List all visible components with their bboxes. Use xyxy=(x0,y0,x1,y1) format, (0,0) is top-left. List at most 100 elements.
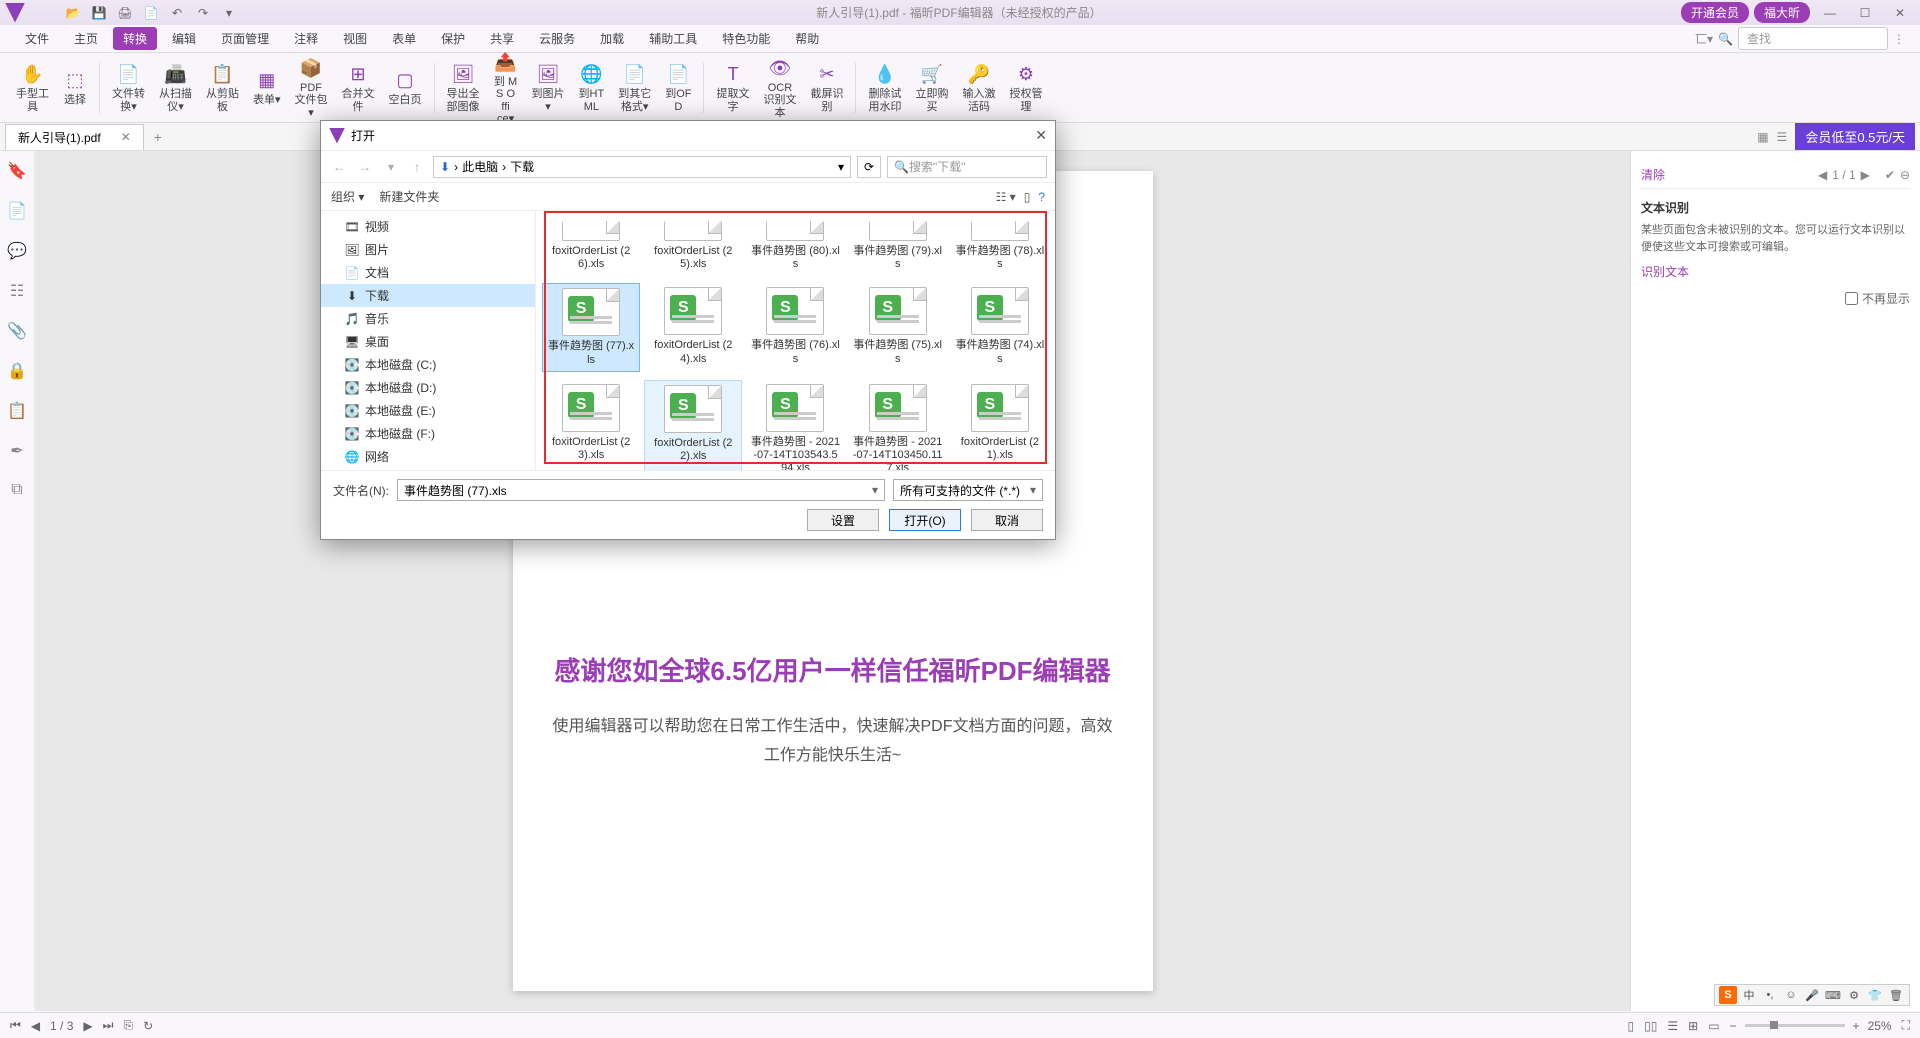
menu-item[interactable]: 辅助工具 xyxy=(639,27,707,50)
file-filter-select[interactable]: 所有可支持的文件 (*.*) ▾ xyxy=(893,479,1043,501)
zoom-value[interactable]: 25% xyxy=(1868,1019,1892,1033)
promo-badge[interactable]: 会员低至0.5元/天 xyxy=(1795,123,1915,150)
menu-item[interactable]: 主页 xyxy=(64,27,108,50)
tab-close-icon[interactable]: ✕ xyxy=(121,130,131,144)
ribbon-button[interactable]: 🌐到HTML xyxy=(573,60,611,114)
file-item[interactable]: SfoxitOrderList (23).xls xyxy=(542,380,640,470)
signature-icon[interactable]: ✒ xyxy=(10,441,23,461)
file-item[interactable]: foxitOrderList (25).xls xyxy=(644,217,742,275)
menu-item[interactable]: 帮助 xyxy=(785,27,829,50)
breadcrumb-dropdown-icon[interactable]: ▾ xyxy=(838,160,844,174)
menu-item[interactable]: 加载 xyxy=(590,27,634,50)
ime-button[interactable]: 🗑 xyxy=(1887,986,1905,1004)
cancel-button[interactable]: 取消 xyxy=(971,509,1043,531)
panel-confirm-icon[interactable]: ✔ xyxy=(1885,168,1895,182)
refresh-icon[interactable]: ⟳ xyxy=(857,156,881,178)
ribbon-button[interactable]: 🔑输入激活码 xyxy=(956,60,1001,114)
tree-item[interactable]: 🖼图片 xyxy=(321,238,535,261)
next-icon[interactable]: ▶ xyxy=(1861,168,1870,182)
zoom-in-icon[interactable]: + xyxy=(1853,1019,1860,1033)
file-item[interactable]: 事件趋势图 (79).xls xyxy=(849,217,947,275)
menu-item[interactable]: 视图 xyxy=(333,27,377,50)
open-icon[interactable]: 📂 xyxy=(65,5,81,21)
tree-item[interactable]: 🎞视频 xyxy=(321,215,535,238)
ribbon-button[interactable]: 📠从扫描仪▾ xyxy=(153,60,198,114)
organize-button[interactable]: 组织 ▾ xyxy=(331,188,364,205)
ribbon-button[interactable]: 📄文件转换▾ xyxy=(106,60,151,114)
view-mode-icon[interactable]: ☷ ▾ xyxy=(996,190,1016,204)
menu-item[interactable]: 特色功能 xyxy=(712,27,780,50)
ribbon-button[interactable]: 📤到 MS Office▾ xyxy=(488,48,524,126)
menu-item[interactable]: 表单 xyxy=(382,27,426,50)
ribbon-button[interactable]: ▢空白页 xyxy=(383,66,428,108)
next-page-icon[interactable]: ▶ xyxy=(83,1019,92,1033)
zoom-out-icon[interactable]: − xyxy=(1730,1019,1737,1033)
search-input[interactable]: 查找 xyxy=(1738,27,1888,50)
form-icon[interactable]: 📋 xyxy=(7,401,27,421)
new-folder-button[interactable]: 新建文件夹 xyxy=(379,188,439,205)
menu-item[interactable]: 文件 xyxy=(15,27,59,50)
help-icon[interactable]: ? xyxy=(1038,190,1045,204)
tree-item[interactable]: 🌐网络 xyxy=(321,445,535,468)
zoom-slider[interactable] xyxy=(1745,1024,1845,1027)
ribbon-button[interactable]: 🛒立即购买 xyxy=(909,60,954,114)
layout4-icon[interactable]: ⊞ xyxy=(1688,1019,1698,1033)
pages-icon[interactable]: 📄 xyxy=(7,201,27,221)
dialog-close-icon[interactable]: ✕ xyxy=(1035,127,1047,144)
sb-icon2[interactable]: ↻ xyxy=(143,1019,153,1033)
layout1-icon[interactable]: ▯ xyxy=(1628,1019,1635,1033)
view-grid-icon[interactable]: ▦ xyxy=(1757,130,1768,144)
file-item[interactable]: S事件趋势图 - 2021-07-14T103543.594.xls xyxy=(746,380,844,470)
ribbon-button[interactable]: 📄到OFD xyxy=(659,60,697,114)
ribbon-button[interactable]: ✋手型工具 xyxy=(10,60,55,114)
save-icon[interactable]: 💾 xyxy=(91,5,107,21)
tree-item[interactable]: 🎵音乐 xyxy=(321,307,535,330)
settings-button[interactable]: 设置 xyxy=(807,509,879,531)
fullscreen-icon[interactable]: ⛶ xyxy=(1902,1018,1910,1033)
view-list-icon[interactable]: ☰ xyxy=(1777,130,1788,144)
file-item[interactable]: SfoxitOrderList (22).xls xyxy=(644,380,742,470)
tree-item[interactable]: 💽本地磁盘 (F:) xyxy=(321,422,535,445)
print-icon[interactable]: 🖨 xyxy=(117,5,133,21)
ribbon-button[interactable]: ▦表单▾ xyxy=(247,66,287,108)
ribbon-button[interactable]: ⬚选择 xyxy=(57,66,93,108)
menu-dropdown-icon[interactable]: 匸▾ xyxy=(1695,30,1713,47)
ribbon-button[interactable]: ✂截屏识别 xyxy=(804,60,849,114)
first-page-icon[interactable]: ⏮ xyxy=(10,1018,21,1033)
back-icon[interactable]: ← xyxy=(329,157,349,177)
breadcrumb[interactable]: ⬇ › 此电脑 › 下载 ▾ xyxy=(433,156,851,178)
ribbon-button[interactable]: 🖼导出全部图像 xyxy=(441,60,486,114)
maximize-icon[interactable]: ☐ xyxy=(1850,3,1880,23)
dont-show-checkbox[interactable] xyxy=(1845,292,1858,305)
forward-icon[interactable]: → xyxy=(355,157,375,177)
last-page-icon[interactable]: ⏭ xyxy=(103,1018,114,1033)
chevron-down-icon[interactable]: ▾ xyxy=(872,483,878,497)
menu-item[interactable]: 共享 xyxy=(480,27,524,50)
page-indicator[interactable]: 1 / 3 xyxy=(50,1019,73,1033)
file-item[interactable]: S事件趋势图 (75).xls xyxy=(849,283,947,371)
attachment-icon[interactable]: 📎 xyxy=(7,321,27,341)
ribbon-button[interactable]: 📦PDF文件包▾ xyxy=(289,54,334,120)
file-item[interactable]: SfoxitOrderList (21).xls xyxy=(951,380,1049,470)
up-icon[interactable]: ↑ xyxy=(407,157,427,177)
tree-item[interactable]: 💽本地磁盘 (D:) xyxy=(321,376,535,399)
member-button[interactable]: 开通会员 xyxy=(1681,2,1749,23)
new-icon[interactable]: 📄 xyxy=(143,5,159,21)
file-list[interactable]: foxitOrderList (26).xlsfoxitOrderList (2… xyxy=(536,211,1055,470)
ime-button[interactable]: •, xyxy=(1761,986,1779,1004)
chevron-down-icon[interactable]: ▾ xyxy=(1030,483,1036,497)
redo-icon[interactable]: ↷ xyxy=(195,5,211,21)
menu-item[interactable]: 云服务 xyxy=(529,27,585,50)
clear-link[interactable]: 清除 xyxy=(1641,166,1665,183)
sb-icon1[interactable]: ⎘ xyxy=(123,1018,133,1033)
ime-button[interactable]: S xyxy=(1719,986,1737,1004)
close-icon[interactable]: ✕ xyxy=(1885,3,1915,23)
ribbon-button[interactable]: 💧删除试用水印 xyxy=(862,60,907,114)
tree-item[interactable]: 📄文档 xyxy=(321,261,535,284)
tab-add-icon[interactable]: + xyxy=(154,129,162,145)
ime-button[interactable]: ☺ xyxy=(1782,986,1800,1004)
minimize-icon[interactable]: — xyxy=(1815,3,1845,23)
layout3-icon[interactable]: ☰ xyxy=(1667,1019,1678,1033)
more-icon[interactable]: ▾ xyxy=(221,5,237,21)
layout5-icon[interactable]: ▭ xyxy=(1708,1019,1719,1033)
